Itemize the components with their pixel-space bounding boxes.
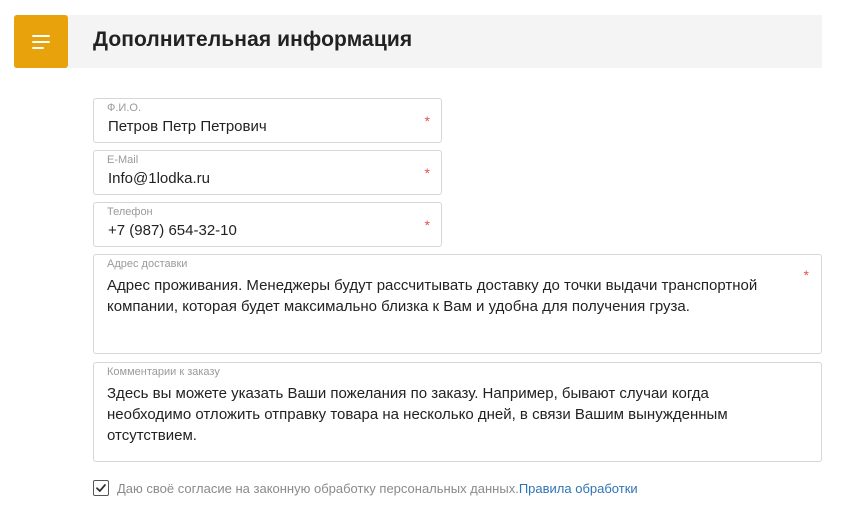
phone-field[interactable]: Телефон +7 (987) 654-32-10 * [93,202,442,247]
consent-checkbox[interactable] [93,480,109,496]
address-label: Адрес доставки [107,258,188,270]
fio-field[interactable]: Ф.И.О. Петров Петр Петрович * [93,98,442,143]
comment-label: Комментарии к заказу [107,366,220,378]
address-textarea[interactable]: Адрес доставки Адрес проживания. Менедже… [93,254,822,354]
fio-required-mark: * [424,113,430,129]
fio-label: Ф.И.О. [107,102,141,114]
email-required-mark: * [424,165,430,181]
email-value: Info@1lodka.ru [108,170,210,187]
email-label: E-Mail [107,154,139,166]
address-value: Адрес проживания. Менеджеры будут рассчи… [107,277,758,315]
consent-text: Даю своё согласие на законную обработку … [117,480,519,496]
address-required-mark: * [803,267,809,283]
comment-value: Здесь вы можете указать Ваши пожелания п… [107,385,728,444]
comment-textarea[interactable]: Комментарии к заказу Здесь вы можете ука… [93,362,822,462]
email-field[interactable]: E-Mail Info@1lodka.ru * [93,150,442,195]
phone-required-mark: * [424,217,430,233]
processing-rules-link[interactable]: Правила обработки [519,481,638,496]
section-title: Дополнительная информация [93,28,413,51]
phone-label: Телефон [107,206,153,218]
phone-value: +7 (987) 654-32-10 [108,222,237,239]
menu-button[interactable] [14,15,68,68]
checkmark-icon [96,484,106,492]
consent-row: Даю своё согласие на законную обработку … [93,478,638,498]
hamburger-menu-icon [32,34,50,49]
fio-value: Петров Петр Петрович [108,118,267,135]
page: Дополнительная информация Ф.И.О. Петров … [0,0,851,520]
